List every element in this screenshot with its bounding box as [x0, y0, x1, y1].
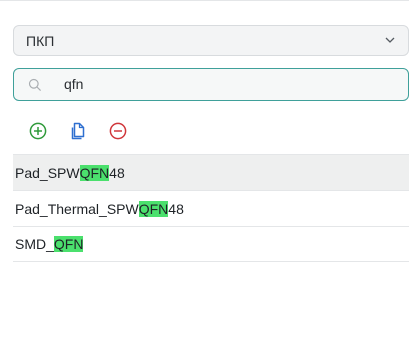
library-select[interactable]: ПКП — [13, 25, 409, 56]
list-item-suffix: 48 — [109, 164, 125, 181]
search-box[interactable] — [13, 68, 409, 101]
chevron-down-icon — [385, 37, 395, 43]
library-select-value: ПКП — [26, 32, 55, 49]
remove-icon[interactable] — [108, 121, 128, 141]
library-panel: ПКП Pad_SPWQFN48 Pad — [0, 0, 409, 339]
results-list: Pad_SPW QFN 48 Pad_Thermal_SPW QFN 48 SMD_ QF… — [13, 154, 409, 262]
list-item[interactable]: SMD_ QFN — [13, 226, 409, 262]
list-item-prefix: Pad_SPW — [15, 164, 80, 181]
list-item-suffix: 48 — [168, 200, 184, 217]
list-item[interactable]: Pad_SPW QFN 48 — [13, 154, 409, 190]
search-match-highlight: QFN — [79, 164, 110, 181]
search-match-highlight: QFN — [53, 236, 84, 252]
list-item-prefix: Pad_Thermal_SPW — [15, 200, 139, 217]
search-icon — [28, 78, 42, 92]
search-match-highlight: QFN — [138, 200, 169, 217]
add-icon[interactable] — [28, 121, 48, 141]
copy-icon[interactable] — [68, 121, 88, 141]
list-item[interactable]: Pad_Thermal_SPW QFN 48 — [13, 190, 409, 226]
list-item-prefix: SMD_ — [15, 236, 54, 252]
search-input[interactable] — [64, 74, 394, 94]
